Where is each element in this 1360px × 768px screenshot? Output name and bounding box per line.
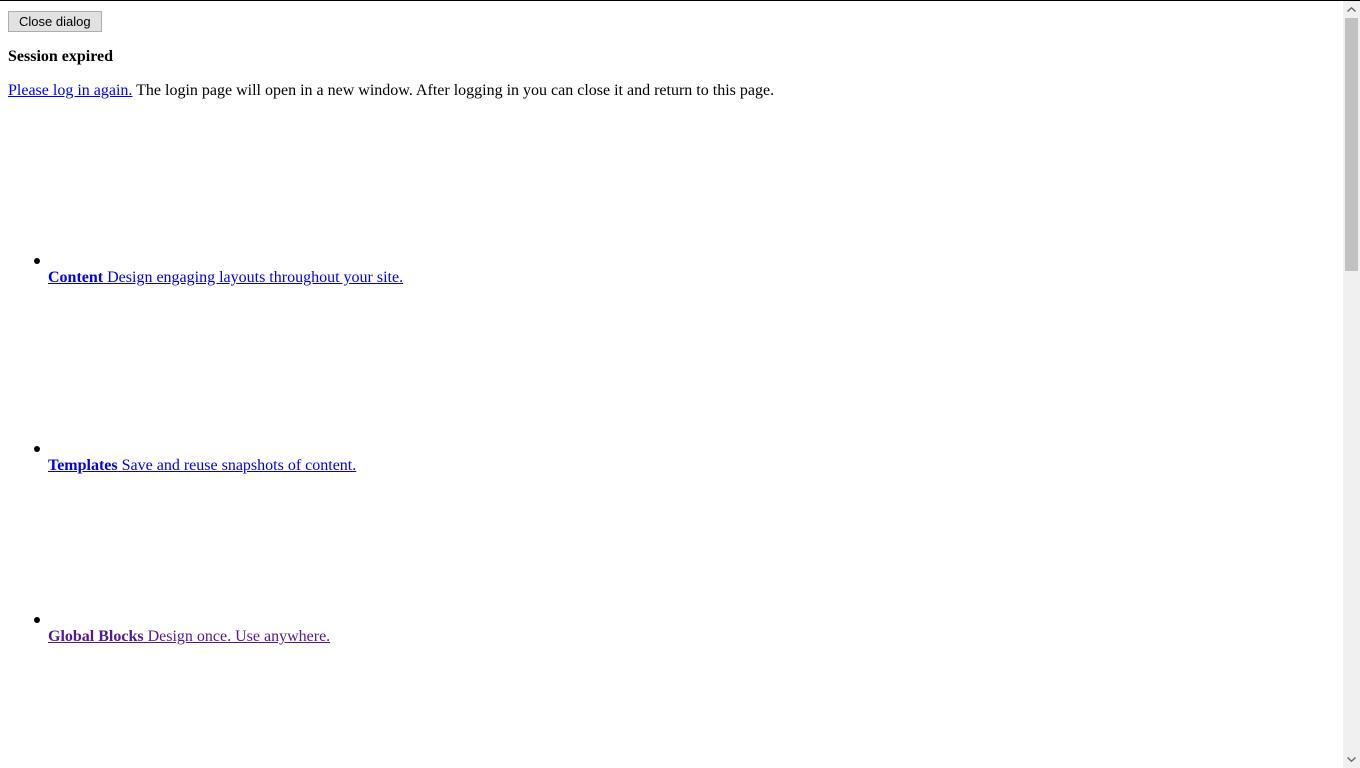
dialog-message: Please log in again. The login page will…	[8, 81, 774, 101]
close-dialog-button[interactable]: Close dialog	[8, 11, 102, 32]
feature-name: Content	[48, 269, 104, 286]
feature-description: Save and reuse snapshots of content.	[117, 457, 357, 474]
scroll-up-arrow-icon[interactable]	[1343, 1, 1360, 18]
page: Close dialog Session expired Please log …	[0, 0, 1360, 768]
feature-description: Design once. Use anywhere.	[143, 628, 331, 645]
scroll-down-arrow-icon[interactable]	[1343, 751, 1360, 768]
feature-link-global-blocks[interactable]: Global Blocks Design once. Use anywhere.	[48, 627, 330, 647]
dialog-message-text: The login page will open in a new window…	[132, 82, 775, 99]
feature-description: Design engaging layouts throughout your …	[103, 269, 404, 286]
login-link[interactable]: Please log in again.	[8, 82, 132, 99]
dialog-title: Session expired	[8, 48, 114, 65]
page-content: Close dialog Session expired Please log …	[0, 1, 1343, 768]
bullet-icon	[34, 446, 40, 452]
feature-name: Global Blocks	[48, 628, 144, 645]
bullet-icon	[34, 258, 40, 264]
bullet-icon	[34, 617, 40, 623]
feature-link-content[interactable]: Content Design engaging layouts througho…	[48, 268, 403, 288]
vertical-scrollbar[interactable]	[1343, 1, 1360, 768]
feature-link-templates[interactable]: Templates Save and reuse snapshots of co…	[48, 456, 356, 476]
feature-name: Templates	[48, 457, 118, 474]
scrollbar-thumb[interactable]	[1345, 18, 1358, 271]
